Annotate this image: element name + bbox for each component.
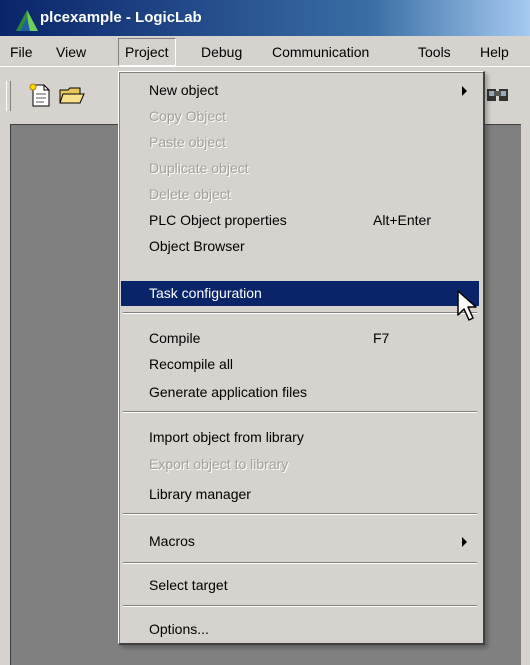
menu-item-label: Paste object bbox=[149, 134, 227, 150]
open-folder-icon[interactable] bbox=[58, 81, 86, 109]
menu-project[interactable]: Project bbox=[118, 38, 176, 66]
menu-item-label: Task configuration bbox=[149, 285, 262, 301]
menu-item-options[interactable]: Options... bbox=[121, 617, 479, 642]
menu-view[interactable]: View bbox=[50, 38, 92, 66]
menu-item-macros[interactable]: Macros bbox=[121, 529, 479, 554]
menu-separator bbox=[123, 562, 477, 564]
menu-item-generate-application-files[interactable]: Generate application files bbox=[121, 380, 479, 405]
menu-separator bbox=[123, 605, 477, 607]
menu-item-label: Export object to library bbox=[149, 456, 289, 472]
menu-item-task-configuration[interactable]: Task configuration bbox=[121, 281, 479, 306]
menu-item-paste-object[interactable]: Paste object bbox=[121, 130, 479, 155]
menu-item-object-browser[interactable]: Object Browser bbox=[121, 234, 479, 259]
menu-item-recompile-all[interactable]: Recompile all bbox=[121, 352, 479, 377]
menu-separator bbox=[123, 312, 477, 314]
menu-item-label: Duplicate object bbox=[149, 160, 249, 176]
mouse-pointer-icon bbox=[457, 290, 477, 321]
menu-item-new-object[interactable]: New object bbox=[121, 78, 479, 103]
menu-bar: File View Project Debug Communication To… bbox=[0, 38, 530, 66]
toolbar-grip[interactable] bbox=[6, 81, 11, 111]
submenu-arrow-icon bbox=[462, 537, 467, 547]
menu-item-delete-object[interactable]: Delete object bbox=[121, 182, 479, 207]
menu-item-label: Generate application files bbox=[149, 384, 307, 400]
menu-item-shortcut: Alt+Enter bbox=[373, 212, 431, 228]
menu-file[interactable]: File bbox=[4, 38, 39, 66]
logiclab-app-icon[interactable] bbox=[14, 7, 40, 33]
submenu-arrow-icon bbox=[462, 86, 467, 96]
menu-help[interactable]: Help bbox=[474, 38, 515, 66]
new-file-icon[interactable] bbox=[26, 81, 54, 109]
menu-item-label: Recompile all bbox=[149, 356, 234, 372]
menu-item-label: Select target bbox=[149, 577, 228, 593]
menu-item-label: Compile bbox=[149, 330, 201, 346]
menu-tools[interactable]: Tools bbox=[412, 38, 457, 66]
menu-item-library-manager[interactable]: Library manager bbox=[121, 482, 479, 507]
menu-item-label: PLC Object properties bbox=[149, 212, 287, 228]
menu-communication[interactable]: Communication bbox=[266, 38, 375, 66]
title-bar: plcexample - LogicLab bbox=[0, 0, 530, 36]
window-title: plcexample - LogicLab bbox=[40, 9, 202, 26]
menu-item-duplicate-object[interactable]: Duplicate object bbox=[121, 156, 479, 181]
menu-separator bbox=[123, 513, 477, 515]
menu-item-label: Object Browser bbox=[149, 238, 245, 254]
menu-item-select-target[interactable]: Select target bbox=[121, 573, 479, 598]
menu-item-label: Delete object bbox=[149, 186, 231, 202]
menu-item-shortcut: F7 bbox=[373, 330, 390, 346]
menu-item-label: New object bbox=[149, 82, 219, 98]
menu-item-label: Copy Object bbox=[149, 108, 227, 124]
menu-item-export-object-to-library[interactable]: Export object to library bbox=[121, 452, 479, 477]
menu-item-copy-object[interactable]: Copy Object bbox=[121, 104, 479, 129]
menu-item-label: Import object from library bbox=[149, 429, 304, 445]
menu-item-label: Options... bbox=[149, 621, 209, 637]
menu-item-label: Library manager bbox=[149, 486, 251, 502]
find-icon[interactable] bbox=[484, 81, 512, 109]
project-menu: New object Copy Object Paste object Dupl… bbox=[118, 71, 485, 645]
menu-item-import-object-from-library[interactable]: Import object from library bbox=[121, 425, 479, 450]
menu-debug[interactable]: Debug bbox=[195, 38, 248, 66]
menu-separator bbox=[123, 411, 477, 413]
menu-item-label: Macros bbox=[149, 533, 195, 549]
menu-item-compile[interactable]: Compile F7 bbox=[121, 326, 479, 351]
menu-item-plc-object-properties[interactable]: PLC Object properties Alt+Enter bbox=[121, 208, 479, 233]
